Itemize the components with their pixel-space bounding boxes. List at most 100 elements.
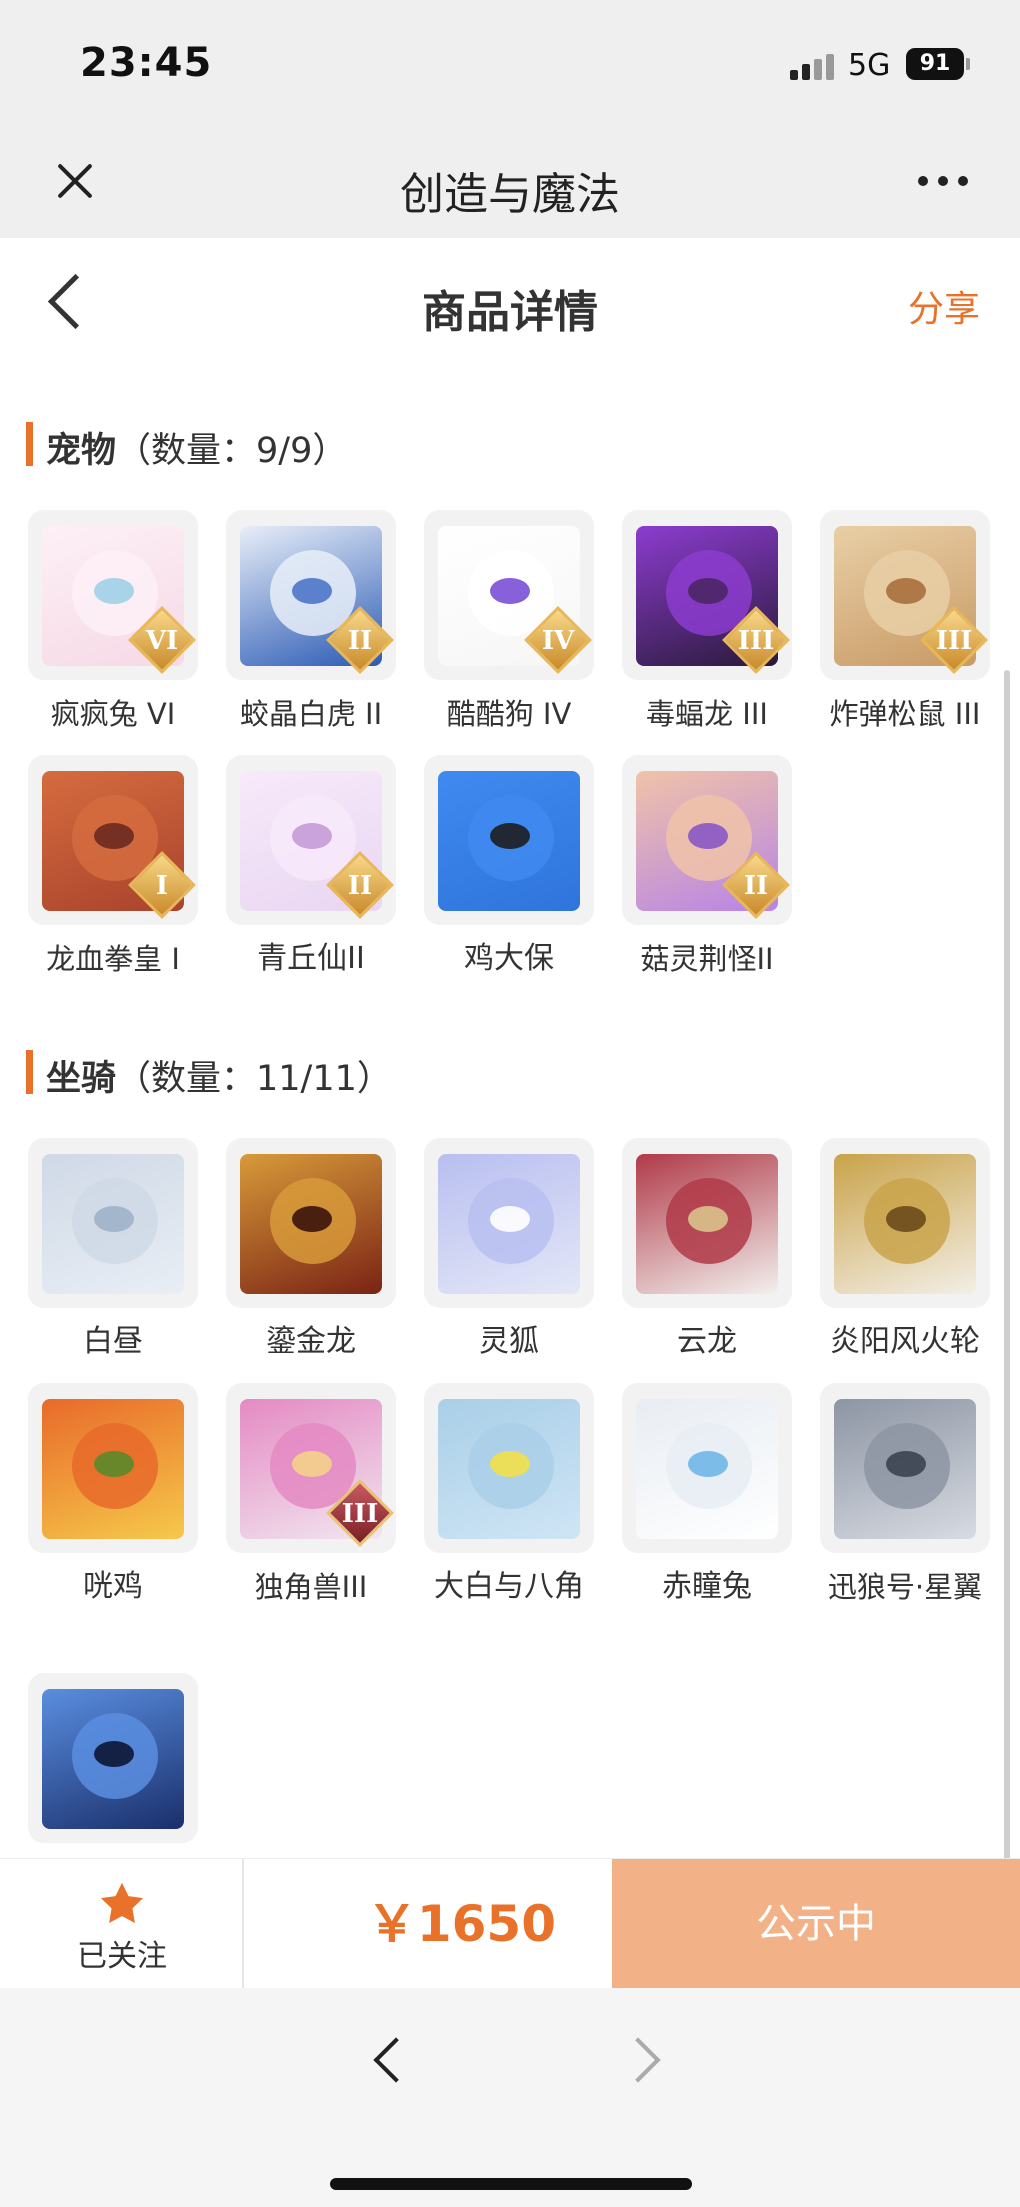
battery-icon: 91 bbox=[906, 48, 964, 80]
mounts-item[interactable]: 帝帝风灵 bbox=[0, 1673, 198, 1858]
follow-button[interactable]: 已关注 bbox=[0, 1859, 244, 1989]
section-accent-bar bbox=[26, 422, 33, 466]
pets-item[interactable]: II 青丘仙II bbox=[198, 755, 396, 985]
item-thumbnail bbox=[226, 1138, 396, 1308]
rank-badge-label: II bbox=[347, 871, 373, 901]
home-indicator bbox=[330, 2178, 692, 2190]
item-image bbox=[636, 1399, 778, 1539]
mounts-item[interactable]: 炎阳风火轮 bbox=[792, 1138, 990, 1368]
item-image bbox=[42, 1689, 184, 1829]
rank-badge-label: I bbox=[155, 871, 169, 901]
mounts-item[interactable]: 大白与八角 bbox=[396, 1383, 594, 1613]
page-nav: 商品详情 分享 bbox=[0, 238, 1020, 368]
rank-badge-label: II bbox=[347, 626, 373, 656]
browser-forward-icon[interactable] bbox=[618, 2034, 668, 2084]
pets-item[interactable]: IV 酷酷狗 IV bbox=[396, 510, 594, 740]
section-title: 宠物 bbox=[46, 431, 117, 471]
item-image bbox=[240, 1154, 382, 1294]
item-label: 迅狼号·星翼 bbox=[827, 1570, 983, 1604]
item-thumbnail bbox=[424, 755, 594, 925]
follow-label: 已关注 bbox=[77, 1939, 167, 1974]
item-label: 大白与八角 bbox=[434, 1569, 584, 1604]
item-image bbox=[834, 1154, 976, 1294]
item-label: 疯疯兔 VI bbox=[50, 697, 176, 731]
item-label: 鸡大保 bbox=[464, 941, 554, 976]
pets-item[interactable]: 鸡大保 bbox=[396, 755, 594, 985]
item-image bbox=[834, 1399, 976, 1539]
item-label: 龙血拳皇 I bbox=[46, 942, 180, 976]
item-label: 菇灵荆怪II bbox=[640, 942, 774, 976]
item-thumbnail bbox=[622, 1138, 792, 1308]
item-thumbnail bbox=[820, 1138, 990, 1308]
item-image bbox=[42, 1154, 184, 1294]
item-label: 炸弹松鼠 III bbox=[829, 697, 981, 731]
item-label: 青丘仙II bbox=[257, 941, 365, 976]
item-image bbox=[438, 1399, 580, 1539]
item-thumbnail: IV bbox=[424, 510, 594, 680]
item-image bbox=[438, 771, 580, 911]
network-label: 5G bbox=[848, 48, 891, 83]
browser-back-icon[interactable] bbox=[362, 2034, 412, 2084]
item-label: 赤瞳兔 bbox=[662, 1569, 752, 1604]
bottom-bar: 已关注 ￥1650 公示中 bbox=[0, 1858, 1020, 1989]
mounts-item[interactable]: 云龙 bbox=[594, 1138, 792, 1368]
item-thumbnail: II bbox=[226, 510, 396, 680]
item-image bbox=[636, 1154, 778, 1294]
status-bar: 23:45 5G 91 bbox=[0, 0, 1020, 130]
item-label: 毒蝠龙 III bbox=[646, 697, 768, 731]
more-icon[interactable] bbox=[918, 176, 970, 188]
pets-item[interactable]: I 龙血拳皇 I bbox=[0, 755, 198, 985]
page-title: 商品详情 bbox=[422, 287, 598, 338]
status-time: 23:45 bbox=[80, 40, 213, 86]
pets-item[interactable]: II 菇灵荆怪II bbox=[594, 755, 792, 985]
item-thumbnail: II bbox=[622, 755, 792, 925]
pets-item[interactable]: VI 疯疯兔 VI bbox=[0, 510, 198, 740]
item-thumbnail: III bbox=[820, 510, 990, 680]
mounts-item[interactable]: III 独角兽III bbox=[198, 1383, 396, 1613]
mounts-item[interactable]: 鎏金龙 bbox=[198, 1138, 396, 1368]
section-accent-bar bbox=[26, 1050, 33, 1094]
scrollbar[interactable] bbox=[1004, 670, 1010, 1920]
item-thumbnail: I bbox=[28, 755, 198, 925]
mounts-item[interactable]: 赤瞳兔 bbox=[594, 1383, 792, 1613]
miniprogram-title: 创造与魔法 bbox=[400, 169, 620, 220]
status-button[interactable]: 公示中 bbox=[612, 1859, 1020, 1989]
item-label: 云龙 bbox=[677, 1324, 737, 1359]
item-label: 独角兽III bbox=[254, 1570, 368, 1604]
item-thumbnail bbox=[28, 1673, 198, 1843]
item-label: 酷酷狗 IV bbox=[446, 697, 572, 731]
item-thumbnail: III bbox=[622, 510, 792, 680]
item-thumbnail bbox=[820, 1383, 990, 1553]
pets-item[interactable]: III 毒蝠龙 III bbox=[594, 510, 792, 740]
star-icon bbox=[100, 1882, 144, 1923]
rank-badge-label: VI bbox=[145, 626, 179, 656]
rank-badge-label: II bbox=[743, 871, 769, 901]
browser-toolbar bbox=[0, 1988, 1020, 2207]
content-area: 宠物（数量：9/9） VI 疯疯兔 VI II 蛟晶白虎 II IV 酷酷狗 IV III 毒… bbox=[0, 368, 1020, 1858]
share-button[interactable]: 分享 bbox=[908, 280, 980, 332]
mounts-item[interactable]: 迅狼号·星翼 bbox=[792, 1383, 990, 1613]
signal-icon bbox=[790, 54, 836, 80]
item-image bbox=[42, 1399, 184, 1539]
section-count: （数量：11/11） bbox=[116, 1059, 392, 1099]
mounts-item[interactable]: 白昼 bbox=[0, 1138, 198, 1368]
item-thumbnail: VI bbox=[28, 510, 198, 680]
pets-item[interactable]: II 蛟晶白虎 II bbox=[198, 510, 396, 740]
item-image bbox=[438, 1154, 580, 1294]
section-title: 坐骑 bbox=[46, 1059, 117, 1099]
item-label: 蛟晶白虎 II bbox=[239, 697, 383, 731]
rank-badge-label: III bbox=[341, 1499, 379, 1529]
pets-item[interactable]: III 炸弹松鼠 III bbox=[792, 510, 990, 740]
rank-badge-label: III bbox=[737, 626, 775, 656]
mounts-item[interactable]: 灵狐 bbox=[396, 1138, 594, 1368]
miniprogram-bar: 创造与魔法 bbox=[0, 130, 1020, 238]
item-thumbnail: III bbox=[226, 1383, 396, 1553]
item-label: 鎏金龙 bbox=[266, 1324, 356, 1359]
rank-badge-label: III bbox=[935, 626, 973, 656]
item-thumbnail bbox=[28, 1138, 198, 1308]
item-label: 白昼 bbox=[83, 1324, 143, 1359]
item-thumbnail bbox=[424, 1383, 594, 1553]
item-label: 炎阳风火轮 bbox=[830, 1324, 980, 1359]
mounts-item[interactable]: 咣鸡 bbox=[0, 1383, 198, 1613]
rank-badge-label: IV bbox=[541, 626, 575, 656]
